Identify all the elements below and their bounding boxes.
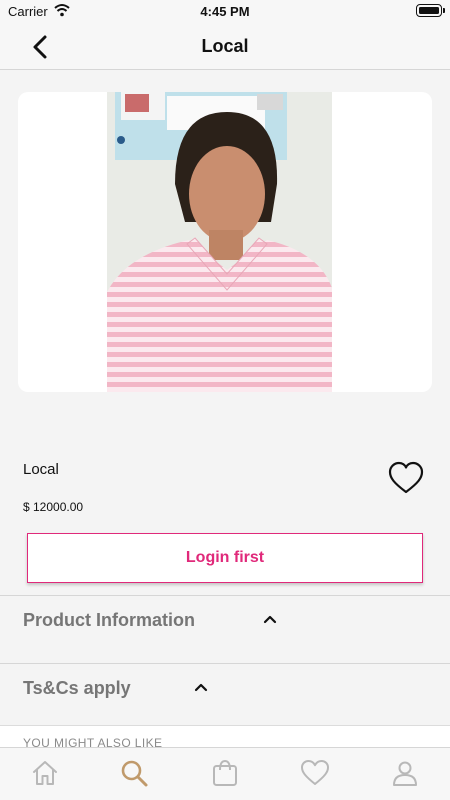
chevron-up-icon[interactable] [192,679,210,697]
terms-label: Ts&Cs apply [23,678,131,698]
status-bar: Carrier 4:45 PM [0,0,450,24]
page-title: Local [201,36,249,56]
home-icon[interactable] [30,758,60,788]
product-photo[interactable] [107,92,332,392]
product-image-card [18,92,432,392]
status-time: 4:45 PM [200,4,250,19]
search-icon[interactable] [119,758,149,788]
chevron-up-icon[interactable] [261,611,279,629]
battery-icon [416,4,445,17]
bag-icon[interactable] [210,758,240,788]
profile-icon[interactable] [390,758,420,788]
recommendations-section: YOU MIGHT ALSO LIKE [0,725,450,750]
heart-icon[interactable] [300,758,330,788]
terms-section[interactable]: Ts&Cs apply [0,663,450,725]
favorite-heart-icon[interactable] [388,461,424,495]
product-price: $ 12000.00 [23,500,84,514]
product-name: Local [23,461,59,478]
login-first-button[interactable]: Login first [27,533,423,583]
product-information-label: Product Information [23,610,195,630]
tab-bar [0,747,450,800]
product-information-section[interactable]: Product Information [0,595,450,663]
nav-bar: Local [0,24,450,70]
